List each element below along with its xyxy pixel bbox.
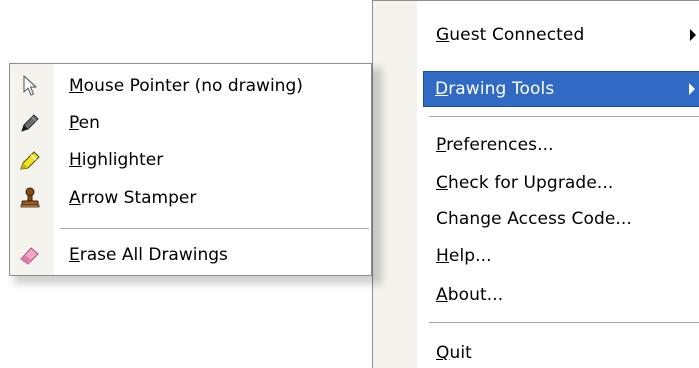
screen: Guest Connected Drawing Tools Preference… [0, 0, 699, 368]
menu-item-label: Pen [69, 113, 100, 133]
menu-item-drawing-tools[interactable]: Drawing Tools [423, 71, 699, 107]
menu-item-label: Quit [436, 343, 472, 363]
menu-item-label: Arrow Stamper [69, 188, 197, 208]
menu-item-label: Highlighter [69, 150, 164, 170]
menu-item-label: Check for Upgrade... [436, 173, 614, 193]
menu-item-arrow-stamper[interactable]: Arrow Stamper [10, 180, 371, 216]
drawing-tools-submenu: Mouse Pointer (no drawing) Pen Highlight… [9, 63, 372, 276]
pen-icon [18, 111, 42, 135]
menu-item-highlighter[interactable]: Highlighter [10, 142, 371, 178]
menu-item-label: Erase All Drawings [69, 245, 228, 265]
highlighter-icon [18, 148, 42, 172]
menu-item-guest-connected[interactable]: Guest Connected [375, 17, 699, 53]
menu-item-about[interactable]: About... [375, 277, 699, 313]
menu-separator [60, 228, 369, 229]
eraser-icon [18, 243, 42, 267]
context-menu: Guest Connected Drawing Tools Preference… [372, 0, 699, 368]
submenu-arrow-icon [690, 29, 696, 41]
menu-item-label: Preferences... [436, 135, 554, 155]
menu-item-label: Change Access Code... [436, 209, 632, 229]
menu-item-help[interactable]: Help... [375, 238, 699, 274]
menu-item-label: Mouse Pointer (no drawing) [69, 76, 303, 96]
menu-item-quit[interactable]: Quit [375, 335, 699, 368]
submenu-arrow-icon [689, 83, 695, 95]
menu-separator [429, 116, 699, 117]
menu-item-label: Drawing Tools [435, 79, 555, 99]
menu-item-change-access-code[interactable]: Change Access Code... [375, 201, 699, 237]
menu-separator [429, 322, 699, 323]
menu-item-label: About... [436, 285, 504, 305]
menu-item-erase-all-drawings[interactable]: Erase All Drawings [10, 237, 371, 273]
menu-item-label: Help... [436, 246, 492, 266]
menu-item-pen[interactable]: Pen [10, 105, 371, 141]
menu-item-check-for-upgrade[interactable]: Check for Upgrade... [375, 165, 699, 201]
menu-item-label: Guest Connected [436, 25, 585, 45]
menu-item-preferences[interactable]: Preferences... [375, 127, 699, 163]
menu-item-mouse-pointer[interactable]: Mouse Pointer (no drawing) [10, 68, 371, 104]
stamp-icon [18, 186, 42, 210]
mouse-pointer-icon [18, 74, 42, 98]
